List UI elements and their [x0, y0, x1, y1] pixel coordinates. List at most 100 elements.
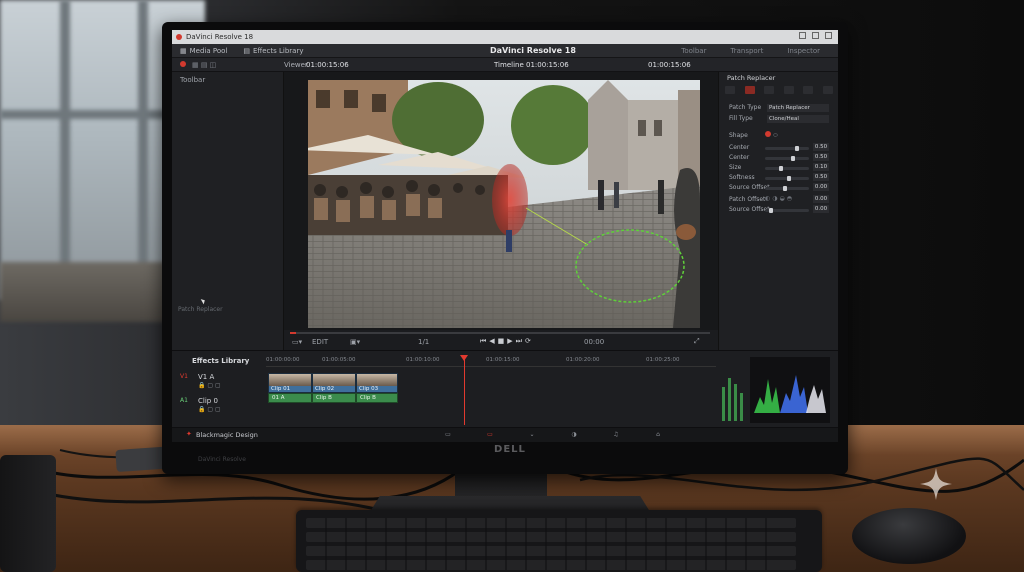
- inspector-slider: Source Offset 0.00: [719, 205, 838, 215]
- audio-clip[interactable]: Clip B: [312, 393, 356, 403]
- media-pool-icon: ▦: [180, 46, 187, 55]
- viewer-label: Viewer: [284, 61, 308, 69]
- page-media-icon[interactable]: ▭: [442, 431, 454, 439]
- street-scene: [308, 80, 700, 328]
- slider-track[interactable]: [765, 166, 809, 171]
- effects-library-tab[interactable]: ▤ Effects Library: [235, 47, 311, 55]
- meter-bar: [728, 378, 731, 421]
- video-clip[interactable]: Clip 03: [356, 373, 398, 393]
- fill-type-dropdown[interactable]: Clone/Heal: [767, 115, 829, 123]
- sparkle-watermark-icon: [920, 468, 952, 500]
- slider-label: Shape: [729, 132, 748, 139]
- close-button[interactable]: [825, 32, 832, 39]
- page-edit-icon[interactable]: ▭: [484, 431, 496, 439]
- slider-label: Center: [729, 144, 750, 151]
- video-frame[interactable]: [308, 80, 700, 328]
- slider-value[interactable]: 0.00: [813, 205, 829, 213]
- ruler-tick: 01:00:20:00: [566, 357, 600, 363]
- track-header-video[interactable]: V1 V1 A 🔒 ▢ ▢: [180, 371, 264, 391]
- media-pool-tab[interactable]: ▦ Media Pool: [172, 47, 235, 55]
- slider-track[interactable]: [765, 208, 809, 213]
- track-icons[interactable]: 🔒 ▢ ▢: [198, 382, 221, 389]
- track-icons[interactable]: 🔒 ▢ ▢: [198, 406, 221, 413]
- brand-icon: ✦: [186, 430, 192, 438]
- slider-value[interactable]: 0.00: [813, 195, 829, 203]
- shape-icon[interactable]: ⬭: [765, 131, 778, 140]
- inspector-tab-video[interactable]: [725, 86, 735, 94]
- record-icon[interactable]: [180, 61, 186, 69]
- slider-track[interactable]: [765, 176, 809, 181]
- page-fusion-icon[interactable]: ⌄: [526, 431, 538, 439]
- toolbar-icons[interactable]: ▦ ▤ ◫: [192, 61, 216, 69]
- page-deliver-icon[interactable]: ⌂: [652, 431, 664, 439]
- window-title: DaVinci Resolve 18: [186, 33, 254, 41]
- clip-label: Clip 01: [271, 386, 291, 392]
- monitor-brand-logo: DELL: [494, 444, 526, 455]
- inspector-field: Fill Type Clone/Heal: [719, 115, 838, 124]
- fullscreen-icon[interactable]: ⤢: [694, 337, 700, 346]
- video-clip[interactable]: Clip 02: [312, 373, 356, 393]
- slider-track[interactable]: [765, 146, 809, 151]
- playhead[interactable]: [464, 359, 465, 425]
- inspector-slider: Softness 0.50: [719, 173, 838, 183]
- audio-clip[interactable]: Clip B: [356, 393, 398, 403]
- inspector-slider: Size 0.10: [719, 163, 838, 173]
- keyboard-keys: [306, 518, 796, 570]
- timecode-center: Timeline 01:00:15:06: [494, 61, 569, 69]
- timeline-ruler[interactable]: 01:00:00:00 01:00:05:00 01:00:10:00 01:0…: [266, 357, 716, 367]
- page-navigation: ✦ Blackmagic Design ▭ ▭ ⌄ ◑ ♫ ⌂: [172, 427, 838, 442]
- page-color-icon[interactable]: ◑: [568, 431, 580, 439]
- slider-value[interactable]: 0.10: [813, 163, 829, 171]
- slider-label: Patch Offset: [729, 196, 766, 203]
- waveform-scope: [750, 357, 830, 423]
- app-title: DaVinci Resolve 18: [490, 46, 576, 55]
- brand-name: Blackmagic Design: [196, 431, 258, 439]
- maximize-button[interactable]: [812, 32, 819, 39]
- slider-value[interactable]: 0.50: [813, 173, 829, 181]
- inspector-slider: Shape ⬭: [719, 131, 838, 141]
- inspector-tab-effects[interactable]: [744, 86, 755, 94]
- slider-track[interactable]: [765, 156, 809, 161]
- slider-value[interactable]: 0.00: [813, 183, 829, 191]
- page-fairlight-icon[interactable]: ♫: [610, 431, 622, 439]
- slider-value[interactable]: 0.50: [813, 143, 829, 151]
- patch-offset-icons[interactable]: ◐◑◒◓: [765, 195, 794, 202]
- inspector-tab-transition[interactable]: [783, 86, 794, 94]
- viewer-scrubber[interactable]: [290, 332, 710, 334]
- right-tab-transport[interactable]: Transport: [730, 47, 763, 55]
- inspector-tab-audio[interactable]: [764, 86, 775, 94]
- window-controls: [799, 32, 832, 39]
- viewer-menu-icon[interactable]: ▭▾: [292, 338, 302, 346]
- toolbar-row: ▦ ▤ ◫ Viewer 01:00:15:06 Timeline 01:00:…: [172, 58, 838, 72]
- effects-icon: ▤: [243, 46, 250, 55]
- viewer-speed: 00:00: [584, 338, 605, 346]
- right-tab-inspector[interactable]: Inspector: [787, 47, 820, 55]
- desk-speaker: [0, 455, 56, 572]
- bezel-label: DaVinci Resolve: [198, 456, 246, 463]
- audio-clip[interactable]: 01 A: [268, 393, 312, 403]
- right-tab-toolbar[interactable]: Toolbar: [681, 47, 706, 55]
- inspector-tab-image[interactable]: [803, 86, 814, 94]
- minimize-button[interactable]: [799, 32, 806, 39]
- window-titlebar: DaVinci Resolve 18: [172, 30, 838, 44]
- inspector-tab-file[interactable]: [822, 86, 833, 94]
- viewer-split-icon[interactable]: ▣▾: [350, 338, 360, 346]
- viewer-zoom[interactable]: EDIT: [312, 338, 328, 346]
- field-label: Patch Type: [729, 104, 762, 111]
- slider-track[interactable]: [765, 186, 809, 191]
- meter-bar: [722, 387, 725, 421]
- video-clip[interactable]: Clip 01: [268, 373, 312, 393]
- ruler-tick: 01:00:25:00: [646, 357, 680, 363]
- scope-graph: [754, 375, 826, 413]
- slider-label: Size: [729, 164, 742, 171]
- transport-controls[interactable]: ⏮◀■▶⏭⟳: [480, 337, 534, 346]
- clip-label: Clip 02: [315, 386, 335, 392]
- inspector-slider: Patch Offset ◐◑◒◓ 0.00: [719, 195, 838, 205]
- meter-bar: [740, 393, 743, 421]
- viewer-controls: ▭▾ EDIT ▣▾ 1/1 ⏮◀■▶⏭⟳ 00:00 ⤢: [284, 330, 718, 350]
- slider-value[interactable]: 0.50: [813, 153, 829, 161]
- track-header-audio[interactable]: A1 Clip 0 🔒 ▢ ▢: [180, 395, 264, 415]
- effects-library-heading: Effects Library: [192, 357, 250, 365]
- inspector-header: Patch Replacer: [727, 74, 776, 82]
- patch-type-dropdown[interactable]: Patch Replacer: [767, 104, 829, 112]
